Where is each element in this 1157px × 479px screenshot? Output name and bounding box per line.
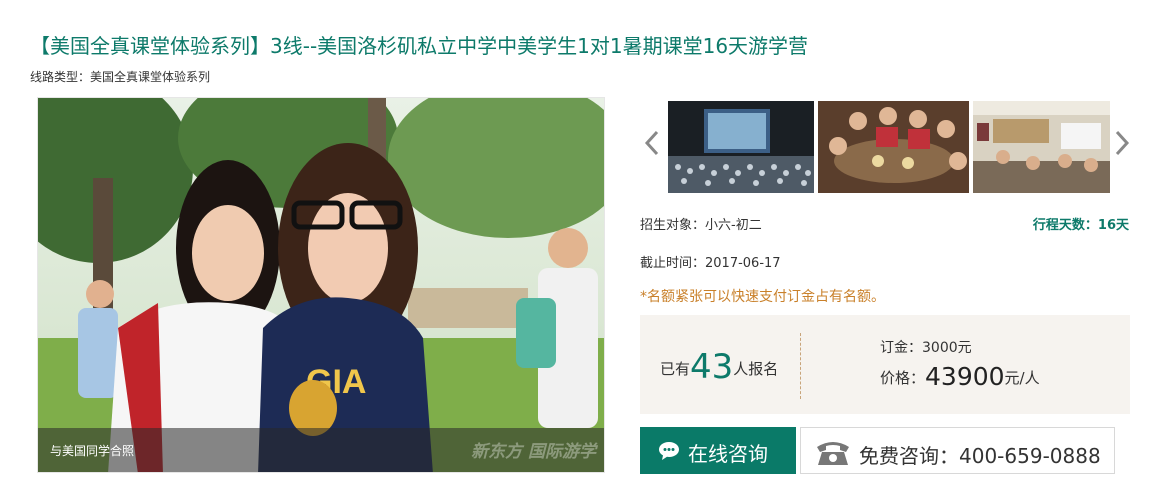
deposit: 订金：3000元 <box>880 340 972 356</box>
phone-consult-button[interactable]: 免费咨询：400-659-0888 <box>800 427 1115 474</box>
enrolled-prefix: 已有 <box>660 360 691 378</box>
price-box: 已有43人报名 订金：3000元 价格：43900元/人 <box>640 315 1130 414</box>
watermark-text: 新东方 国际游学 <box>471 442 596 462</box>
telephone-icon <box>813 437 853 471</box>
carousel-prev-arrow-icon[interactable] <box>643 128 661 158</box>
price-amount: 43900 <box>925 362 1005 391</box>
phone-consult-label: 免费咨询：400-659-0888 <box>859 444 1101 468</box>
divider <box>800 333 801 399</box>
enrolled-number: 43 <box>690 347 734 387</box>
main-photo-image: GIA <box>38 98 604 472</box>
deadline: 截止时间：2017-06-17 <box>640 256 781 271</box>
route-type: 线路类型：美国全真课堂体验系列 <box>30 70 211 84</box>
thumb-image-dinner <box>818 101 969 193</box>
price-unit: 元/人 <box>1004 369 1040 387</box>
carousel-next-arrow-icon[interactable] <box>1113 128 1131 158</box>
photo-caption: 与美国同学合照 <box>50 444 135 458</box>
gallery-thumb-3[interactable] <box>973 101 1110 193</box>
price-label: 价格： <box>880 369 926 387</box>
online-consult-button[interactable]: 在线咨询 <box>640 427 796 474</box>
thumb-image-auditorium <box>668 101 814 193</box>
thumb-image-classroom <box>973 101 1110 193</box>
enrolled-count: 已有43人报名 <box>660 347 778 387</box>
main-photo[interactable]: GIA 与美国同学合照 新东方 国际游学 <box>37 97 605 473</box>
chat-bubble-icon <box>658 441 680 465</box>
gallery-thumb-2[interactable] <box>818 101 969 193</box>
price: 价格：43900元/人 <box>880 362 1040 391</box>
trip-days: 行程天数：16天 <box>1032 218 1129 233</box>
notice-text: *名额紧张可以快速支付订金占有名额。 <box>640 289 885 305</box>
gallery-thumb-1[interactable] <box>668 101 814 193</box>
target-audience: 招生对象：小六-初二 <box>640 218 762 233</box>
page-title: 【美国全真课堂体验系列】3线--美国洛杉矶私立中学中美学生1对1暑期课堂16天游… <box>30 34 809 58</box>
online-consult-label: 在线咨询 <box>688 442 768 466</box>
enrolled-suffix: 人报名 <box>733 360 779 378</box>
